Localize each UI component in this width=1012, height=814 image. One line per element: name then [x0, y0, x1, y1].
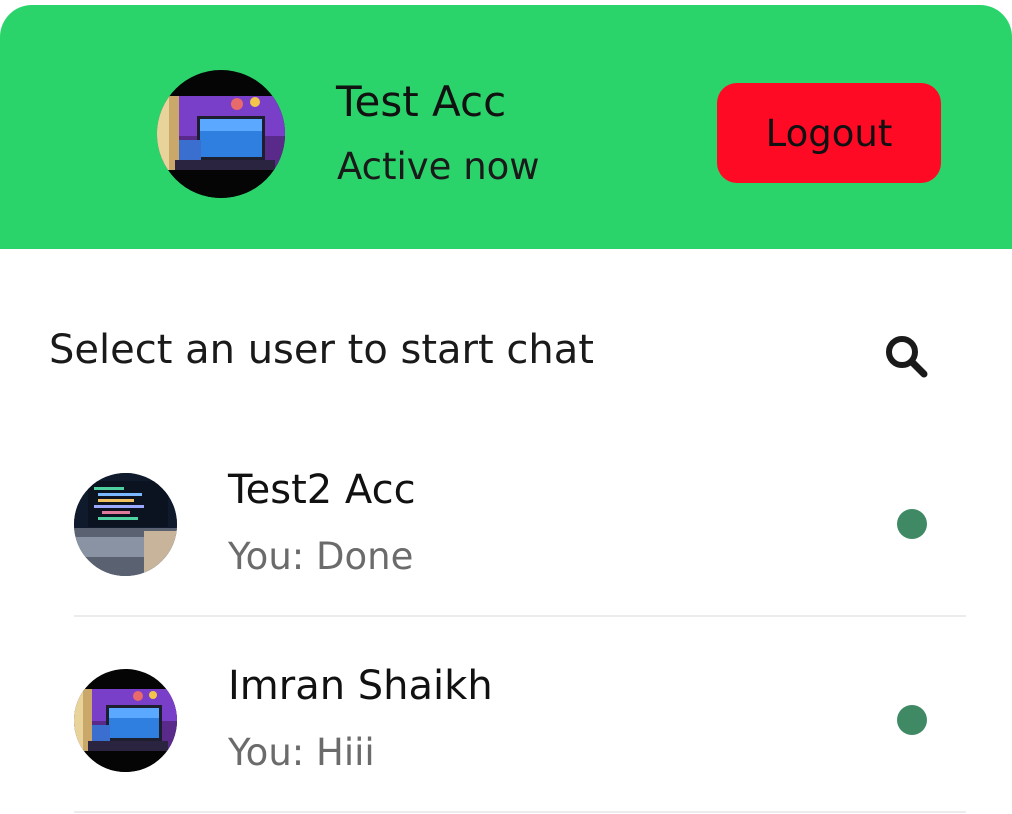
search-prompt-text: Select an user to start chat	[49, 327, 594, 373]
logout-button[interactable]: Logout	[717, 83, 941, 183]
current-user-avatar	[157, 70, 285, 198]
current-user-status: Active now	[337, 145, 540, 188]
user-avatar	[74, 669, 177, 772]
chat-app-page: Test Acc Active now Logout Select an use…	[0, 0, 1012, 814]
user-list-item[interactable]: Test2 Acc You: Done	[74, 421, 966, 617]
user-avatar	[74, 473, 177, 576]
list-divider	[74, 811, 966, 813]
header-bar: Test Acc Active now Logout	[0, 5, 1012, 249]
user-list-item[interactable]: Imran Shaikh You: Hiii	[74, 617, 966, 813]
search-button[interactable]	[880, 330, 932, 382]
user-name: Imran Shaikh	[228, 663, 493, 709]
user-last-message: You: Hiii	[228, 731, 375, 774]
code-laptop-photo-icon	[74, 473, 177, 576]
online-status-dot	[897, 509, 927, 539]
desk-setup-photo-icon	[157, 70, 285, 198]
online-status-dot	[897, 705, 927, 735]
search-icon	[886, 336, 928, 378]
desk-setup-photo-icon	[74, 669, 177, 772]
current-user-name: Test Acc	[336, 77, 507, 126]
user-name: Test2 Acc	[228, 467, 416, 513]
user-last-message: You: Done	[228, 535, 414, 578]
